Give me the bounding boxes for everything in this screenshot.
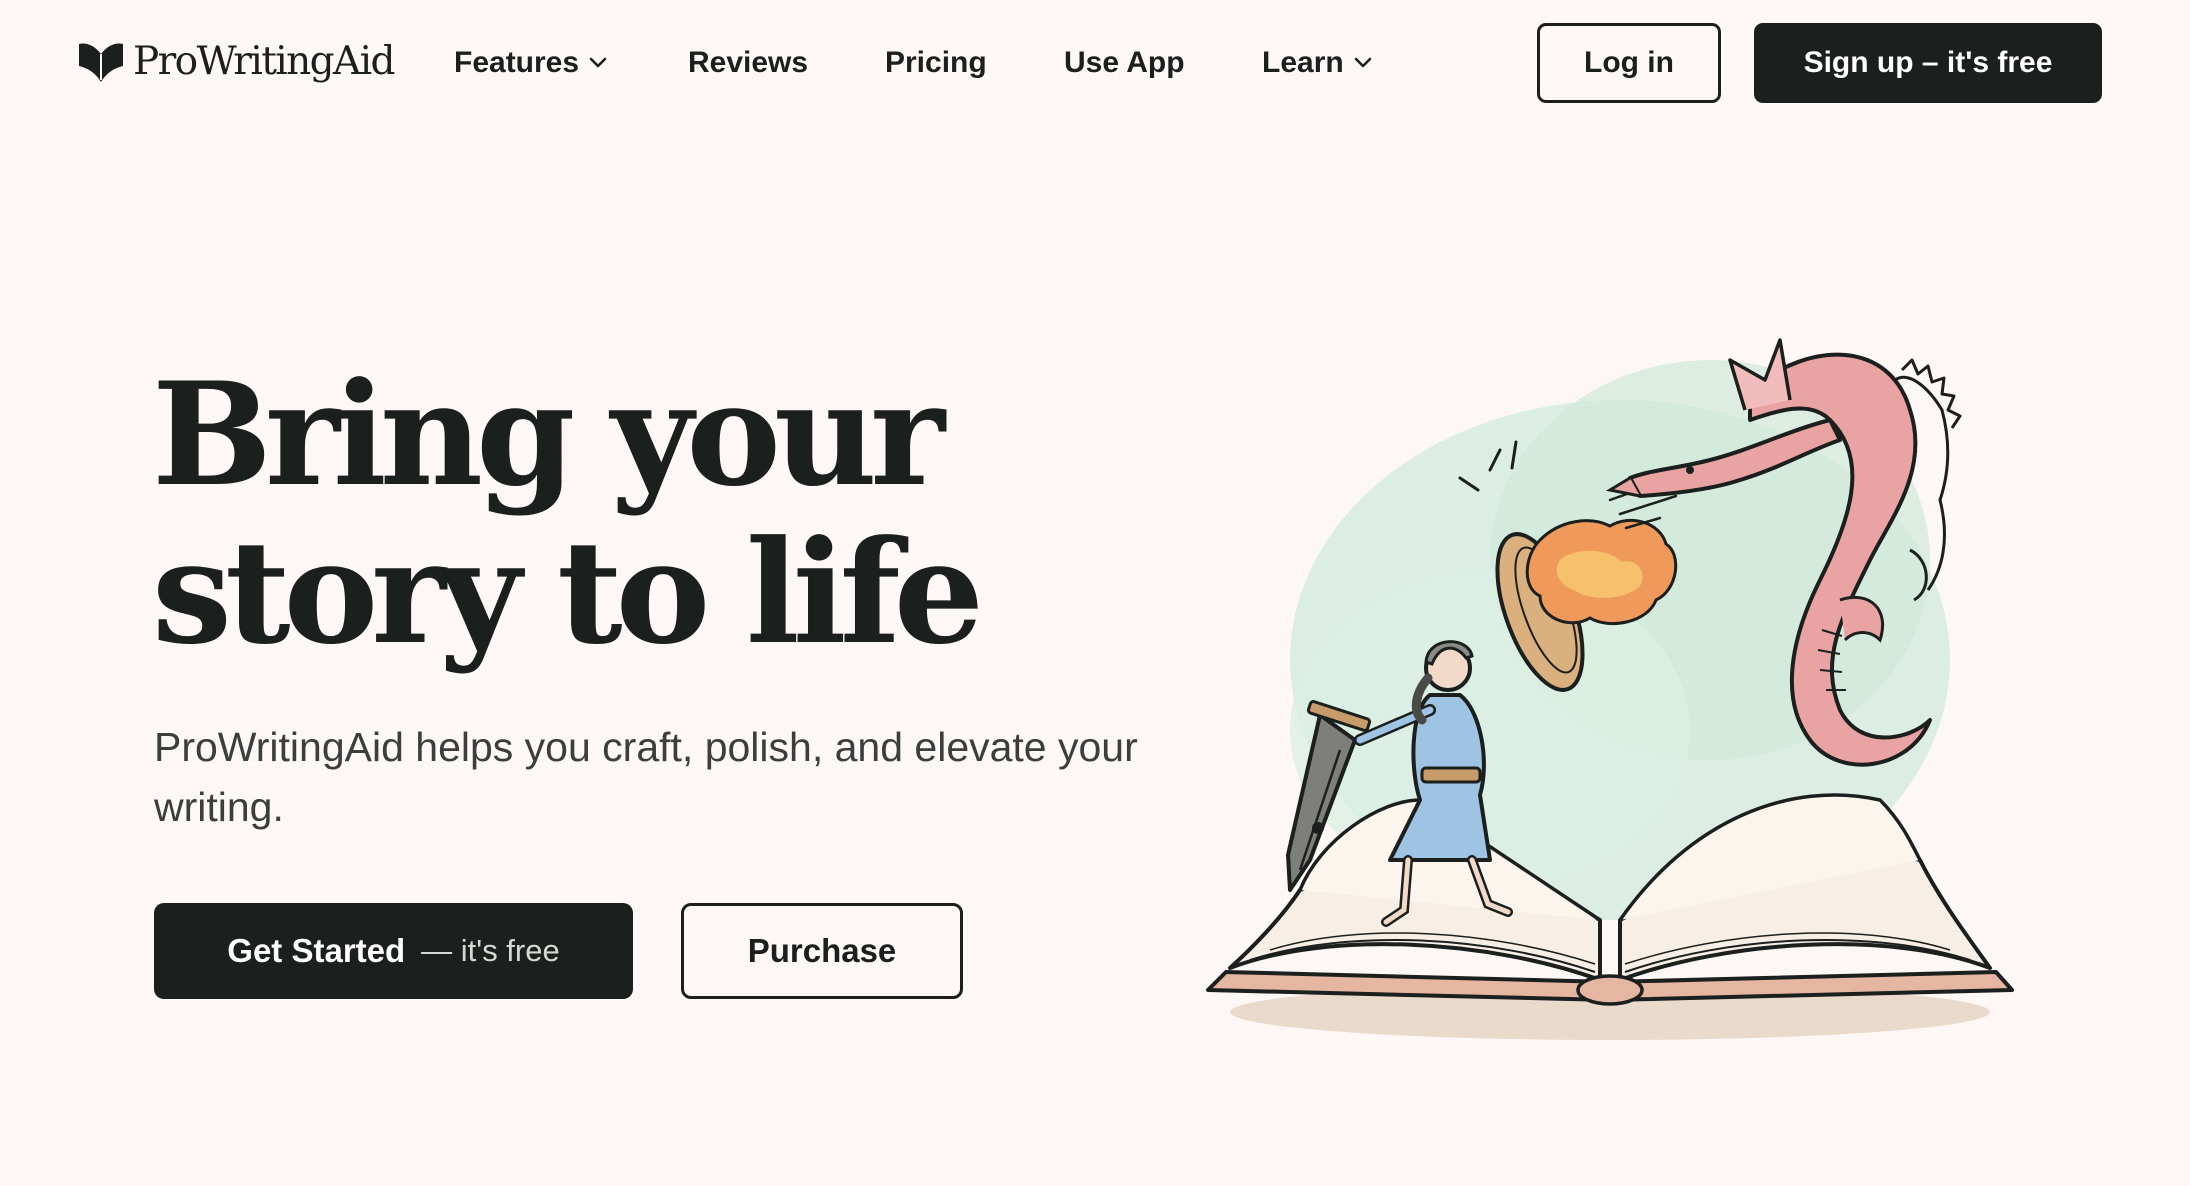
signup-button[interactable]: Sign up – it's free [1754,23,2102,103]
nav-item-reviews[interactable]: Reviews [688,40,808,86]
hero-title-line-2: story to life [152,510,984,676]
book-heart-logo-icon [79,43,123,82]
brand-logo-link[interactable]: ProWritingAid [77,38,395,86]
nav-item-pricing[interactable]: Pricing [885,40,987,86]
login-button[interactable]: Log in [1537,23,1721,103]
brand-name: ProWritingAid [133,39,395,84]
hero-title-line-1: Bring your [152,352,945,518]
chevron-down-icon [1354,57,1372,68]
nav-item-label: Use App [1064,46,1185,79]
nav-item-features[interactable]: Features [454,40,607,86]
hero-subtitle: ProWritingAid helps you craft, polish, a… [154,724,1138,830]
get-started-label: Get Started [227,932,406,969]
knight-dragon-book-illustration [1206,338,2014,1040]
nav-item-label: Learn [1262,46,1344,79]
get-started-suffix: — it's free [421,933,560,968]
nav-item-label: Features [454,46,580,79]
get-started-button[interactable]: Get Started — it's free [154,903,633,999]
hero-illustration [1190,300,2030,1060]
nav-item-label: Reviews [688,46,809,79]
nav-item-use-app[interactable]: Use App [1064,40,1185,86]
nav-item-learn[interactable]: Learn [1262,40,1372,86]
hero-title: Bring your story to life [152,356,1052,672]
chevron-down-icon [589,57,607,68]
nav-item-label: Pricing [885,46,987,79]
purchase-button[interactable]: Purchase [681,903,963,999]
top-navigation: ProWritingAid Features Reviews Pricing U… [0,0,2190,126]
